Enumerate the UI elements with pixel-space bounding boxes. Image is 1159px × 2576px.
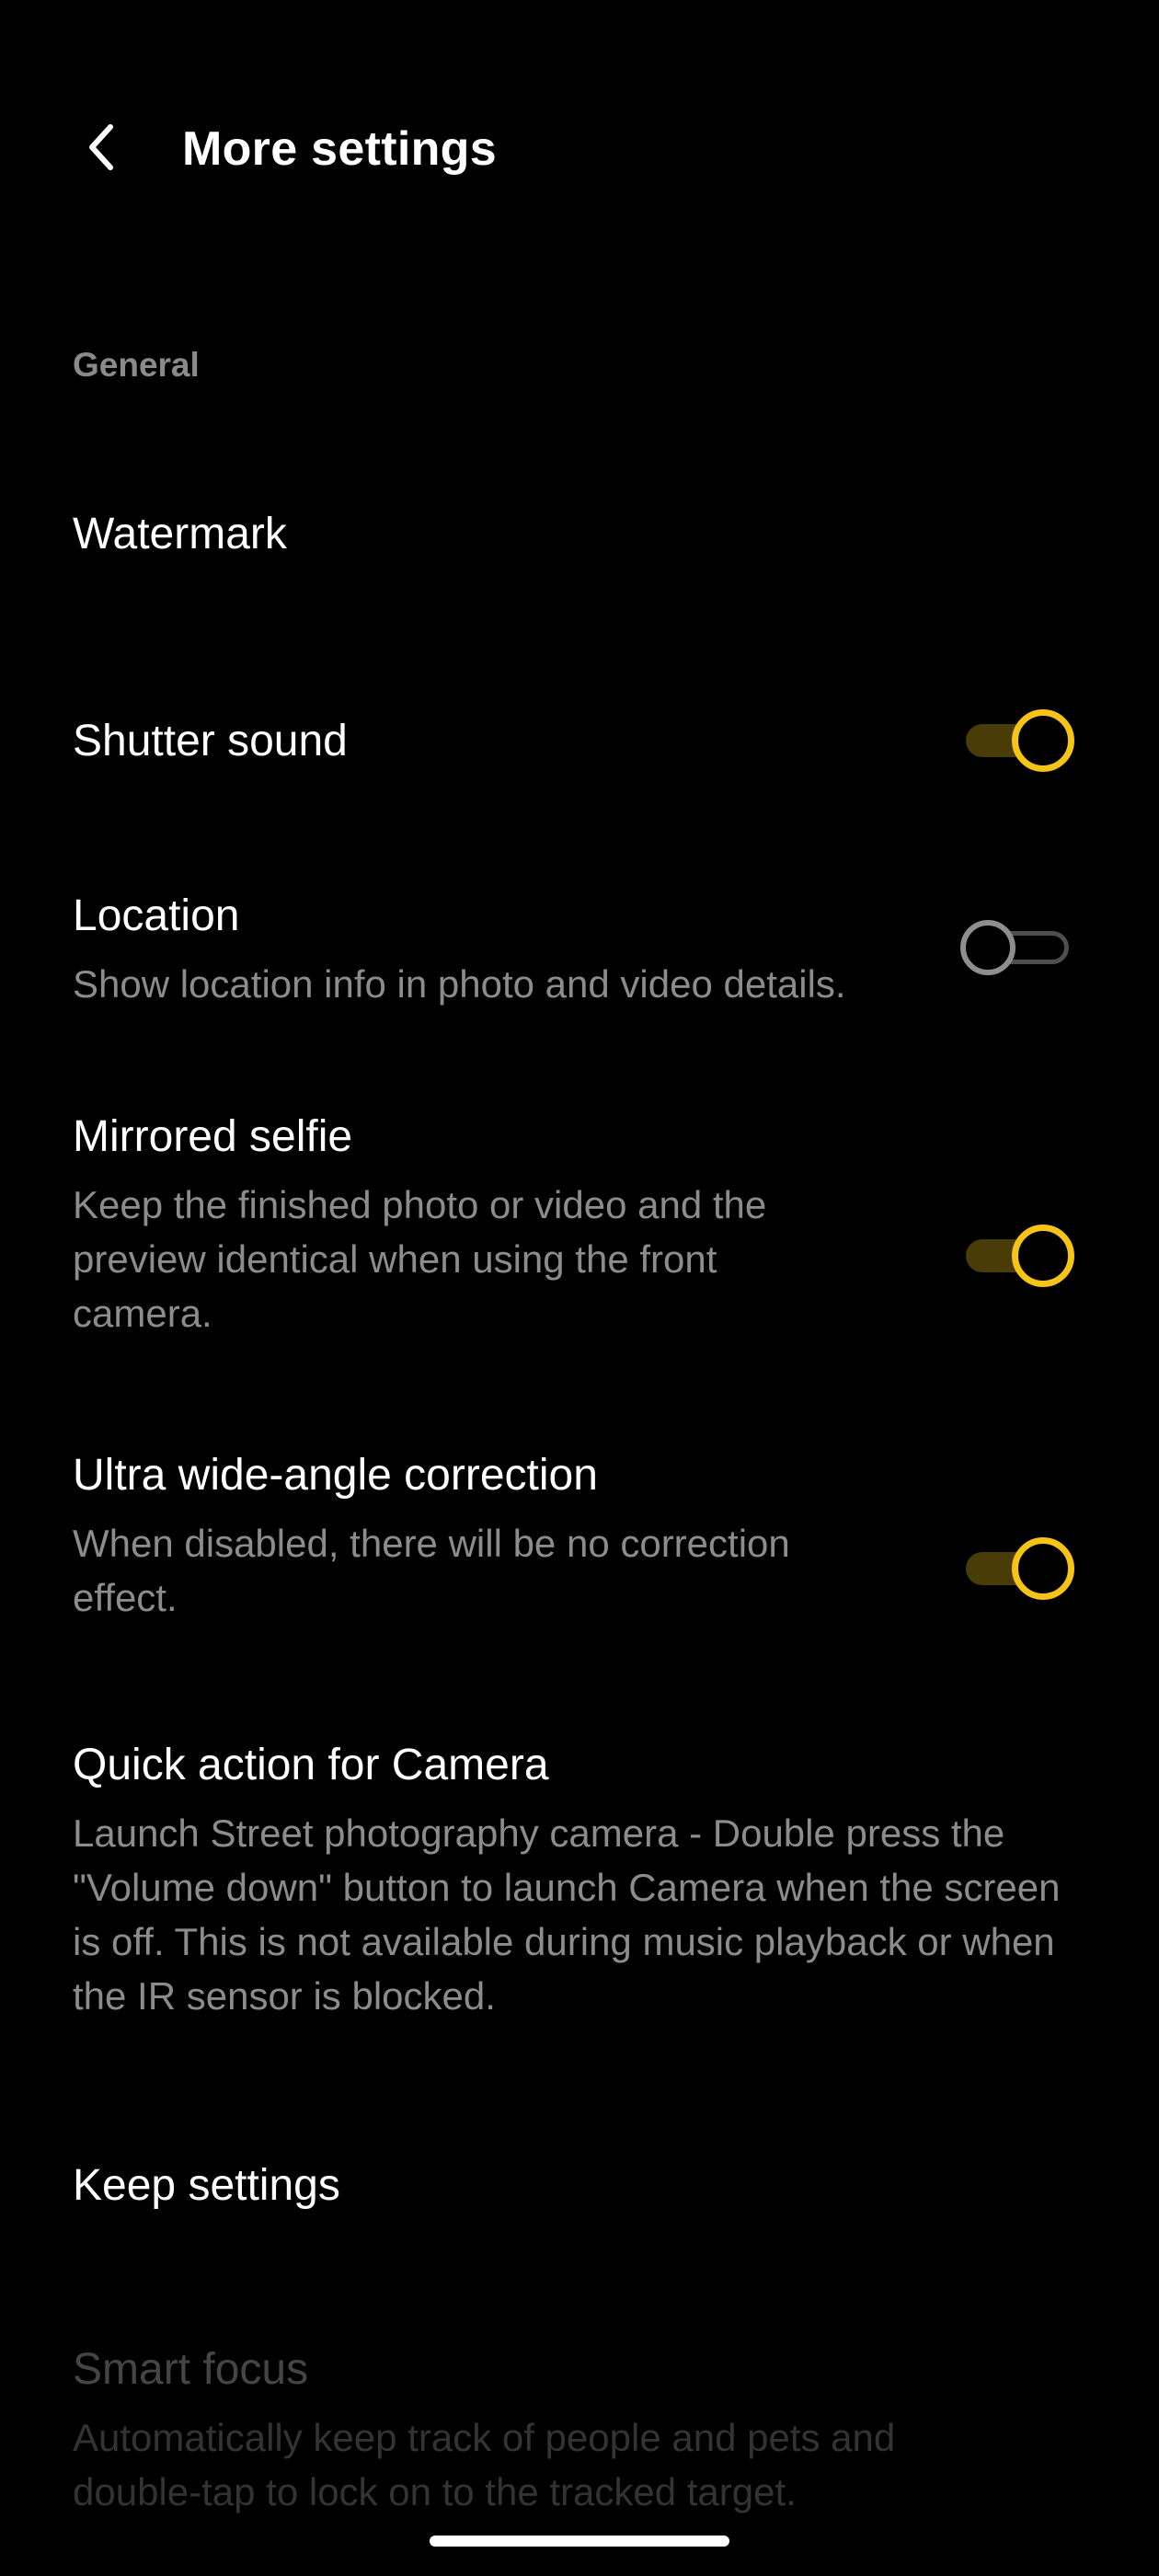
chevron-left-icon [89,124,113,170]
setting-smart-focus: Smart focus Automatically keep track of … [0,2328,1159,2548]
setting-subtitle: When disabled, there will be no correcti… [73,1522,790,1619]
page-title: More settings [182,122,497,176]
home-indicator[interactable] [430,2536,729,2547]
toggle-knob [1012,1537,1074,1600]
setting-subtitle: Launch Street photography camera - Doubl… [73,1811,1061,2018]
toggle-knob [960,920,1016,975]
ultra-wide-correction-toggle[interactable] [960,1535,1074,1602]
setting-subtitle: Automatically keep track of people and p… [73,2416,896,2513]
setting-keep-settings[interactable]: Keep settings [0,2130,1159,2249]
setting-title: Quick action for Camera [73,1741,549,1789]
setting-subtitle: Show location info in photo and video de… [73,962,846,1006]
setting-title: Ultra wide-angle correction [73,1451,598,1500]
setting-subtitle: Keep the finished photo or video and the… [73,1183,767,1335]
setting-title: Smart focus [73,2345,309,2394]
setting-location[interactable]: Location Show location info in photo and… [0,874,1159,1012]
setting-watermark[interactable]: Watermark [0,478,1159,598]
setting-title: Mirrored selfie [73,1112,353,1161]
setting-title: Location [73,891,240,940]
shutter-sound-toggle[interactable] [960,707,1074,774]
setting-title: Shutter sound [73,717,348,765]
toggle-knob [1012,1225,1074,1287]
toggle-knob [1012,709,1074,772]
setting-quick-action-camera[interactable]: Quick action for Camera Launch Street ph… [0,1723,1159,2027]
setting-mirrored-selfie[interactable]: Mirrored selfie Keep the finished photo … [0,1095,1159,1352]
location-toggle[interactable] [960,914,1074,981]
setting-shutter-sound[interactable]: Shutter sound [0,681,1159,800]
back-button[interactable] [64,110,138,184]
setting-title: Keep settings [73,2161,340,2210]
section-header-general: General [73,346,200,384]
setting-ultra-wide-correction[interactable]: Ultra wide-angle correction When disable… [0,1433,1159,1636]
setting-title: Watermark [73,510,287,558]
app-bar: More settings [0,92,1159,221]
mirrored-selfie-toggle[interactable] [960,1223,1074,1289]
